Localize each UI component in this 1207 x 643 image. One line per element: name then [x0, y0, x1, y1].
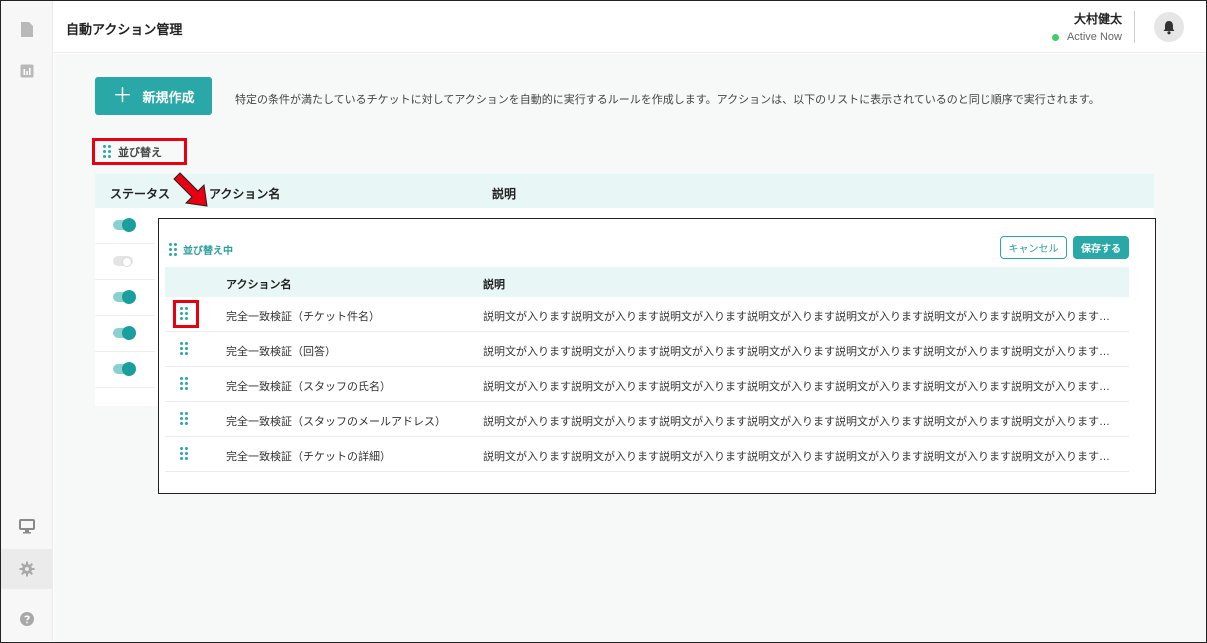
col-name: アクション名: [209, 187, 281, 201]
drag-handle-icon[interactable]: [180, 447, 188, 460]
drag-handle-icon[interactable]: [180, 377, 188, 390]
status-toggle[interactable]: [113, 325, 136, 340]
sortable-row[interactable]: 完全一致検証（スタッフのメールアドレス） 説明文が入ります説明文が入ります説明文…: [165, 402, 1129, 437]
table-row: [95, 352, 155, 388]
action-table-header: ステータス アクション名 説明: [95, 174, 1154, 208]
sortable-row[interactable]: 完全一致検証（スタッフの氏名） 説明文が入ります説明文が入ります説明文が入ります…: [165, 367, 1129, 402]
save-button[interactable]: 保存する: [1073, 236, 1129, 259]
status-toggle[interactable]: [113, 289, 136, 304]
sidebar-item-reports[interactable]: [1, 51, 53, 91]
sidebar-item-documents[interactable]: [1, 9, 53, 49]
bell-icon: [1163, 20, 1175, 34]
action-name: 完全一致検証（チケットの詳細）: [226, 451, 391, 463]
sortable-row[interactable]: 完全一致検証（回答） 説明文が入ります説明文が入ります説明文が入ります説明文が入…: [165, 332, 1129, 367]
sidebar: [1, 1, 53, 641]
user-name[interactable]: 大村健太: [1074, 10, 1122, 27]
table-row: [95, 316, 155, 352]
cancel-button[interactable]: キャンセル: [1000, 236, 1067, 259]
action-desc: 説明文が入ります説明文が入ります説明文が入ります説明文が入ります説明文が入ります…: [483, 381, 1115, 393]
action-desc: 説明文が入ります説明文が入ります説明文が入ります説明文が入ります説明文が入ります…: [483, 346, 1115, 358]
action-name: 完全一致検証（チケット件名）: [226, 311, 380, 323]
header: 自動アクション管理 大村健太 Active Now: [54, 1, 1206, 53]
plus-icon: ＋: [112, 85, 133, 107]
new-action-label: 新規作成: [142, 89, 195, 105]
user-status: Active Now: [1051, 31, 1122, 43]
table-row: [95, 208, 155, 244]
sort-table-header: アクション名 説明: [165, 267, 1129, 297]
action-name: 完全一致検証（スタッフの氏名）: [226, 381, 391, 393]
col-name: アクション名: [226, 279, 292, 291]
new-action-button[interactable]: ＋ 新規作成: [95, 77, 212, 115]
intro-text: 特定の条件が満たしているチケットに対してアクションを自動的に実行するルールを作成…: [235, 94, 1100, 106]
sorting-indicator: 並び替え中: [169, 242, 233, 257]
action-name: 完全一致検証（回答）: [226, 346, 336, 358]
sorting-label: 並び替え中: [183, 246, 233, 257]
help-icon: [20, 612, 34, 626]
monitor-icon: [19, 518, 35, 533]
sidebar-item-settings[interactable]: [1, 549, 53, 589]
drag-handle-icon[interactable]: [180, 342, 188, 355]
col-desc: 説明: [492, 187, 517, 201]
page-title: 自動アクション管理: [66, 22, 183, 37]
sort-panel: 並び替え中 キャンセル 保存する アクション名 説明 完全一致検証（チケット件名…: [158, 218, 1156, 494]
annotation-arrow-icon: [173, 172, 208, 207]
sort-button-label: 並び替え: [118, 146, 162, 159]
drag-handle-icon: [103, 145, 111, 158]
sidebar-item-help[interactable]: [1, 599, 53, 639]
drag-handle-icon: [169, 243, 177, 256]
action-desc: 説明文が入ります説明文が入ります説明文が入ります説明文が入ります説明文が入ります…: [483, 451, 1115, 463]
status-toggle[interactable]: [113, 217, 136, 232]
action-name: 完全一致検証（スタッフのメールアドレス）: [226, 416, 446, 428]
document-icon: [21, 21, 33, 37]
drag-handle-icon[interactable]: [180, 412, 188, 425]
header-divider: [1134, 11, 1135, 43]
user-status-text: Active Now: [1066, 31, 1122, 43]
action-desc: 説明文が入ります説明文が入ります説明文が入ります説明文が入ります説明文が入ります…: [483, 311, 1115, 323]
sortable-row[interactable]: 完全一致検証（チケット件名） 説明文が入ります説明文が入ります説明文が入ります説…: [165, 297, 1129, 332]
status-dot-icon: [1051, 33, 1059, 41]
table-row: [95, 244, 155, 280]
sidebar-item-monitor[interactable]: [1, 506, 53, 546]
gear-icon: [19, 561, 35, 577]
notification-button[interactable]: [1154, 12, 1184, 42]
sort-button[interactable]: 並び替え: [92, 138, 187, 165]
drag-handle-icon[interactable]: [180, 307, 188, 320]
status-toggle[interactable]: [113, 256, 133, 267]
col-desc: 説明: [483, 279, 505, 291]
status-toggle[interactable]: [113, 361, 136, 376]
table-row: [95, 280, 155, 316]
bar-chart-icon: [20, 64, 34, 78]
sortable-row[interactable]: 完全一致検証（チケットの詳細） 説明文が入ります説明文が入ります説明文が入ります…: [165, 437, 1129, 472]
action-desc: 説明文が入ります説明文が入ります説明文が入ります説明文が入ります説明文が入ります…: [483, 416, 1115, 428]
main-content: ＋ 新規作成 特定の条件が満たしているチケットに対してアクションを自動的に実行す…: [54, 54, 1206, 642]
col-status: ステータス: [110, 187, 171, 201]
